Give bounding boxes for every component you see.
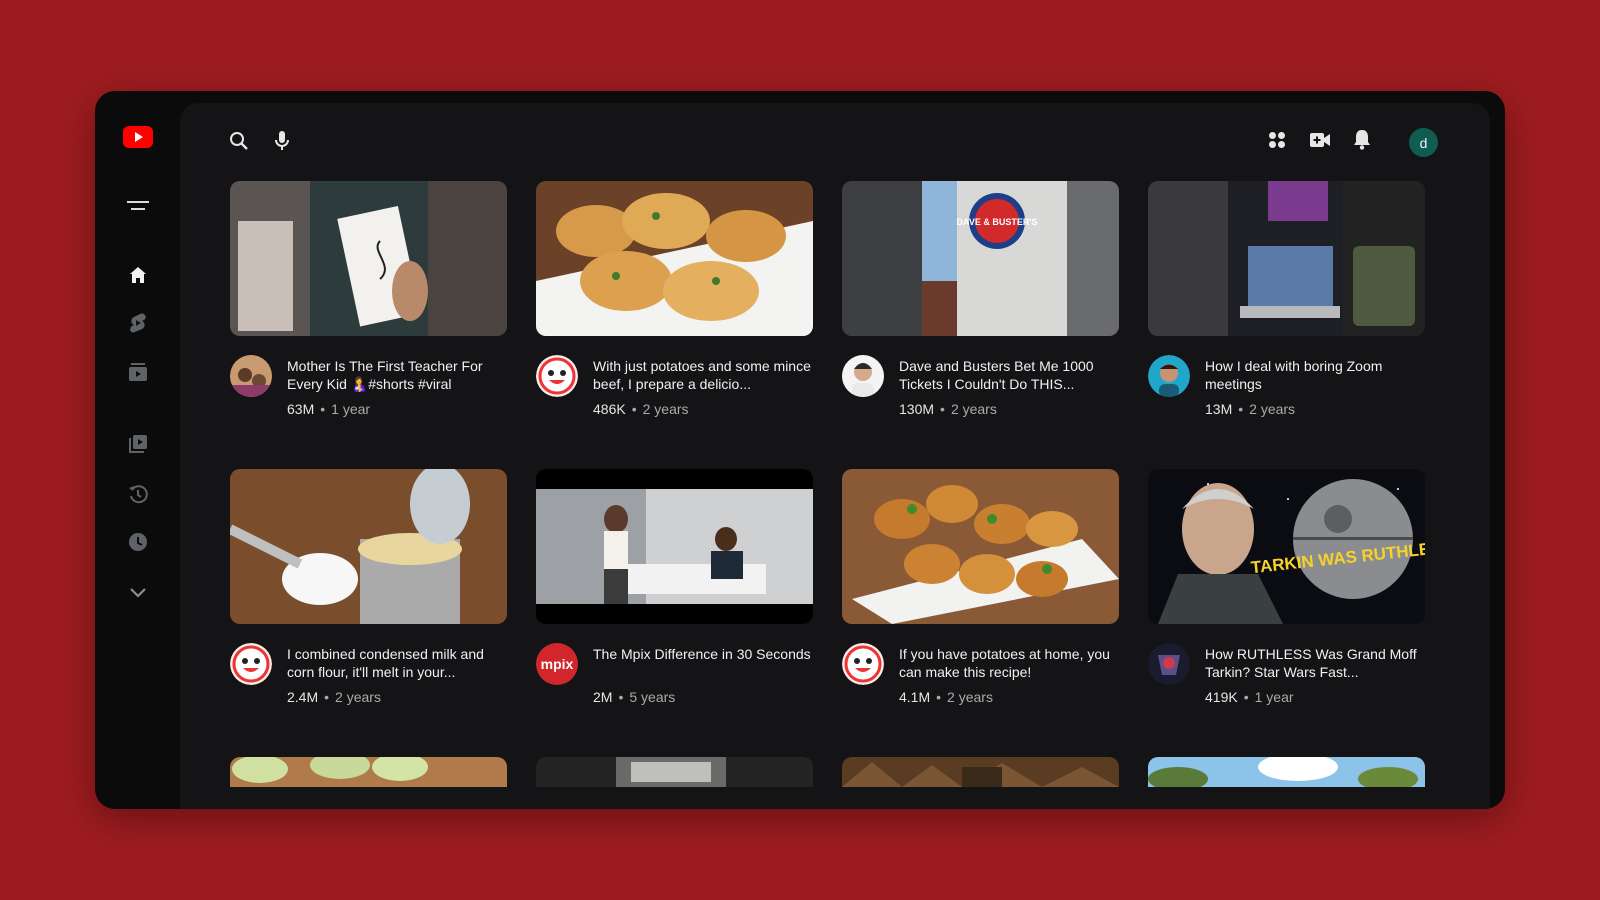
upload-age: 2 years [950,401,997,417]
youtube-logo-icon[interactable] [95,123,180,151]
main-content: d Mother Is The First Teacher For Every … [180,103,1490,809]
channel-avatar[interactable] [1148,643,1190,685]
upload-age: 2 years [335,689,381,705]
apps-icon[interactable] [1263,126,1291,154]
video-meta: 4.1M • 2 years [899,689,993,705]
top-bar: d [180,103,1490,173]
video-thumbnail[interactable] [1148,181,1425,336]
view-count: 2M [593,689,613,705]
view-count: 486K [593,401,626,417]
library-icon[interactable] [95,430,180,458]
video-card[interactable] [842,757,1119,787]
video-card[interactable]: mpix The Mpix Difference in 30 Seconds 2… [536,469,813,729]
video-card[interactable] [536,757,813,787]
watch-later-icon[interactable] [95,528,180,556]
video-title[interactable]: I combined condensed milk and corn flour… [287,645,505,681]
video-title[interactable]: How I deal with boring Zoom meetings [1205,357,1423,393]
channel-avatar[interactable] [230,643,272,685]
upload-age: 2 years [642,401,689,417]
video-card[interactable]: With just potatoes and some mince beef, … [536,181,813,441]
video-meta: 2M • 5 years [593,689,676,705]
video-card[interactable]: DAVE & BUSTER'S Dave and Busters Bet Me … [842,181,1119,441]
channel-avatar[interactable] [536,355,578,397]
create-video-icon[interactable] [1306,126,1334,154]
thumbnail-logo-text: DAVE & BUSTER'S [957,217,1038,227]
video-card[interactable]: How I deal with boring Zoom meetings 13M… [1148,181,1425,441]
view-count: 13M [1205,401,1233,417]
video-title[interactable]: If you have potatoes at home, you can ma… [899,645,1117,681]
chevron-down-icon[interactable] [95,578,180,606]
upload-age: 5 years [629,689,676,705]
channel-avatar[interactable] [1148,355,1190,397]
upload-age: 1 year [1254,689,1294,705]
video-card[interactable]: Mother Is The First Teacher For Every Ki… [230,181,507,441]
video-card[interactable] [1148,757,1425,787]
subscriptions-icon[interactable] [95,358,180,386]
video-thumbnail[interactable] [536,181,813,336]
channel-avatar-text: mpix [540,656,574,672]
video-thumbnail[interactable] [842,757,1119,787]
user-avatar[interactable]: d [1409,128,1438,157]
video-thumbnail[interactable] [536,469,813,624]
video-meta: 130M • 2 years [899,401,997,417]
sidebar [95,91,180,809]
video-card[interactable] [230,757,507,787]
video-card[interactable]: I combined condensed milk and corn flour… [230,469,507,729]
shorts-icon[interactable] [95,309,180,337]
video-title[interactable]: Dave and Busters Bet Me 1000 Tickets I C… [899,357,1117,393]
channel-avatar[interactable]: mpix [536,643,578,685]
video-title[interactable]: With just potatoes and some mince beef, … [593,357,811,393]
video-thumbnail[interactable] [230,757,507,787]
video-meta: 13M • 2 years [1205,401,1296,417]
video-thumbnail[interactable] [842,469,1119,624]
view-count: 63M [287,401,315,417]
upload-age: 2 years [1249,401,1296,417]
app-window: d Mother Is The First Teacher For Every … [95,91,1505,809]
channel-avatar[interactable] [842,643,884,685]
view-count: 130M [899,401,935,417]
video-meta: 419K • 1 year [1205,689,1294,705]
video-thumbnail[interactable] [230,181,507,336]
bell-icon[interactable] [1348,125,1376,153]
menu-icon[interactable] [95,192,180,220]
upload-age: 2 years [947,689,993,705]
search-icon[interactable] [225,127,253,155]
mic-icon[interactable] [268,127,296,155]
video-title[interactable]: Mother Is The First Teacher For Every Ki… [287,357,505,393]
video-meta: 486K • 2 years [593,401,689,417]
view-count: 419K [1205,689,1238,705]
video-thumbnail[interactable] [536,757,813,787]
video-meta: 63M • 1 year [287,401,371,417]
video-card[interactable]: TARKIN WAS RUTHLESS!! How RUTHLESS Was G… [1148,469,1425,729]
home-icon[interactable] [95,261,180,289]
video-thumbnail[interactable] [1148,757,1425,787]
channel-avatar[interactable] [230,355,272,397]
video-meta: 2.4M • 2 years [287,689,381,705]
video-thumbnail[interactable] [230,469,507,624]
video-thumbnail[interactable]: DAVE & BUSTER'S [842,181,1119,336]
video-thumbnail[interactable]: TARKIN WAS RUTHLESS!! [1148,469,1425,624]
upload-age: 1 year [331,401,371,417]
history-icon[interactable] [95,480,180,508]
view-count: 2.4M [287,689,319,705]
video-card[interactable]: If you have potatoes at home, you can ma… [842,469,1119,729]
channel-avatar[interactable] [842,355,884,397]
video-title[interactable]: How RUTHLESS Was Grand Moff Tarkin? Star… [1205,645,1423,681]
view-count: 4.1M [899,689,931,705]
video-title[interactable]: The Mpix Difference in 30 Seconds [593,645,811,663]
